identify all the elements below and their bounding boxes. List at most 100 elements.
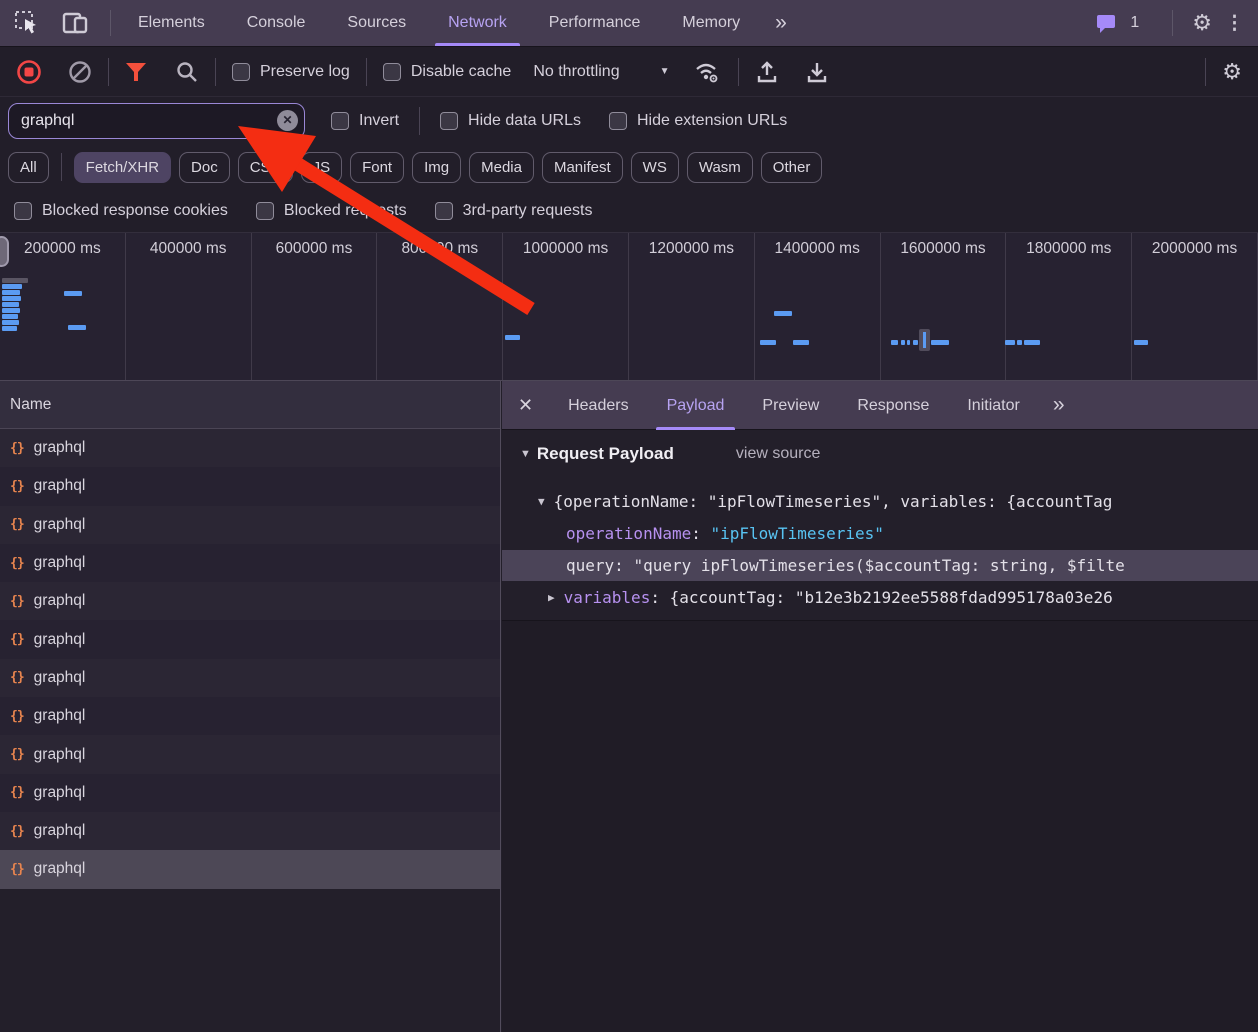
- chip-css[interactable]: CSS: [238, 152, 293, 183]
- network-settings-gear-icon[interactable]: ⚙: [1222, 61, 1242, 83]
- request-row[interactable]: {}graphql: [0, 812, 500, 850]
- triangle-down-icon[interactable]: ▼: [538, 495, 545, 508]
- request-row[interactable]: {}graphql: [0, 620, 500, 658]
- request-name: graphql: [34, 516, 86, 534]
- settings-gear-icon[interactable]: ⚙: [1192, 12, 1212, 34]
- blocked-requests-group: Blocked requests: [256, 202, 407, 220]
- record-network-log-icon[interactable]: [16, 59, 42, 85]
- payload-pane: ▼ Request Payload view source ▼ {operati…: [502, 430, 1258, 1032]
- clear-network-log-icon[interactable]: [68, 60, 92, 84]
- key-text: variables: [564, 588, 651, 607]
- variables-row[interactable]: ▶ variables: {accountTag: "b12e3b2192ee5…: [502, 582, 1258, 613]
- request-row[interactable]: {}graphql: [0, 774, 500, 812]
- request-timing-bar: [913, 340, 918, 345]
- request-row[interactable]: {}graphql: [0, 850, 500, 888]
- timeline-tick-label: 2000000 ms: [1132, 240, 1257, 258]
- hide-data-urls-checkbox[interactable]: [440, 112, 458, 130]
- tab-network[interactable]: Network: [427, 0, 528, 46]
- chip-font[interactable]: Font: [350, 152, 404, 183]
- details-tab-headers[interactable]: Headers: [549, 381, 647, 430]
- colon: :: [691, 524, 710, 543]
- third-party-checkbox[interactable]: [435, 202, 453, 220]
- device-toolbar-icon[interactable]: [62, 10, 90, 36]
- request-row[interactable]: {}graphql: [0, 735, 500, 773]
- filter-input[interactable]: [8, 103, 305, 139]
- issues-count[interactable]: 1: [1130, 14, 1139, 32]
- chips-divider: [61, 153, 62, 181]
- filter-funnel-icon[interactable]: [125, 61, 147, 83]
- request-timing-bar: [760, 340, 776, 345]
- preserve-log-checkbox[interactable]: [232, 63, 250, 81]
- details-tab-preview[interactable]: Preview: [743, 381, 838, 430]
- query-row-selected[interactable]: query: "query ipFlowTimeseries($accountT…: [502, 550, 1258, 581]
- request-row[interactable]: {}graphql: [0, 544, 500, 582]
- json-braces-icon: {}: [10, 517, 24, 532]
- tab-performance[interactable]: Performance: [528, 0, 662, 46]
- chip-fetch-xhr[interactable]: Fetch/XHR: [74, 152, 171, 183]
- details-tab-payload[interactable]: Payload: [648, 381, 744, 430]
- request-row[interactable]: {}graphql: [0, 697, 500, 735]
- chevron-down-icon: ▼: [660, 66, 670, 77]
- chip-img[interactable]: Img: [412, 152, 461, 183]
- blocked-cookies-label: Blocked response cookies: [42, 202, 228, 220]
- operation-name-row[interactable]: operationName: "ipFlowTimeseries": [502, 518, 1258, 549]
- blocked-requests-checkbox[interactable]: [256, 202, 274, 220]
- invert-checkbox[interactable]: [331, 112, 349, 130]
- chip-all[interactable]: All: [8, 152, 49, 183]
- tab-elements[interactable]: Elements: [117, 0, 226, 46]
- network-overview-timeline[interactable]: 200000 ms400000 ms600000 ms800000 ms1000…: [0, 233, 1258, 381]
- issues-message-icon[interactable]: [1095, 13, 1117, 33]
- chip-wasm[interactable]: Wasm: [687, 152, 753, 183]
- details-tab-response[interactable]: Response: [838, 381, 948, 430]
- json-braces-icon: {}: [10, 824, 24, 839]
- kebab-menu-icon[interactable]: ⋮: [1225, 12, 1244, 35]
- throttling-dropdown[interactable]: No throttling ▼: [533, 63, 669, 81]
- disable-cache-checkbox[interactable]: [383, 63, 401, 81]
- json-braces-icon: {}: [10, 747, 24, 762]
- chip-manifest[interactable]: Manifest: [542, 152, 623, 183]
- details-more-tabs-icon[interactable]: »: [1039, 393, 1079, 417]
- request-row[interactable]: {}graphql: [0, 659, 500, 697]
- chip-media[interactable]: Media: [469, 152, 534, 183]
- value-text: "ipFlowTimeseries": [711, 524, 884, 543]
- preserve-log-label: Preserve log: [260, 63, 350, 81]
- search-icon[interactable]: [175, 60, 199, 84]
- tab-memory[interactable]: Memory: [661, 0, 761, 46]
- filter-divider: [419, 107, 420, 135]
- triangle-down-icon: ▼: [520, 448, 531, 460]
- details-tabs: HeadersPayloadPreviewResponseInitiator: [549, 381, 1039, 429]
- chip-other[interactable]: Other: [761, 152, 823, 183]
- request-row[interactable]: {}graphql: [0, 429, 500, 467]
- view-source-link[interactable]: view source: [736, 445, 820, 463]
- clear-filter-icon[interactable]: ✕: [277, 110, 298, 131]
- details-tab-initiator[interactable]: Initiator: [948, 381, 1038, 430]
- request-row[interactable]: {}graphql: [0, 582, 500, 620]
- request-row[interactable]: {} graphql: [0, 506, 500, 544]
- triangle-right-icon[interactable]: ▶: [548, 591, 555, 604]
- chip-doc[interactable]: Doc: [179, 152, 230, 183]
- inspect-element-icon[interactable]: [14, 10, 40, 36]
- request-payload-section[interactable]: ▼ Request Payload view source: [520, 444, 820, 464]
- blocked-cookies-checkbox[interactable]: [14, 202, 32, 220]
- request-row[interactable]: {}graphql: [0, 467, 500, 505]
- request-timing-bar: [931, 340, 949, 345]
- network-conditions-icon[interactable]: [694, 60, 722, 84]
- json-braces-icon: {}: [10, 709, 24, 724]
- more-tabs-icon[interactable]: »: [761, 11, 801, 35]
- timeline-tick-label: 1000000 ms: [503, 240, 628, 258]
- overview-drag-handle-icon[interactable]: [0, 236, 9, 267]
- request-timing-bar: [793, 340, 809, 345]
- chip-js[interactable]: JS: [301, 152, 343, 183]
- tab-sources[interactable]: Sources: [326, 0, 427, 46]
- payload-root-row[interactable]: ▼ {operationName: "ipFlowTimeseries", va…: [502, 486, 1258, 517]
- chip-ws[interactable]: WS: [631, 152, 679, 183]
- close-icon[interactable]: ✕: [518, 395, 533, 416]
- timeline-column: 1800000 ms: [1006, 233, 1132, 380]
- export-har-icon[interactable]: [805, 60, 829, 84]
- request-timing-bar: [1134, 340, 1148, 345]
- tab-console[interactable]: Console: [226, 0, 327, 46]
- import-har-icon[interactable]: [755, 60, 779, 84]
- request-name: graphql: [34, 439, 86, 457]
- name-column-header[interactable]: Name: [0, 381, 500, 429]
- hide-extension-urls-checkbox[interactable]: [609, 112, 627, 130]
